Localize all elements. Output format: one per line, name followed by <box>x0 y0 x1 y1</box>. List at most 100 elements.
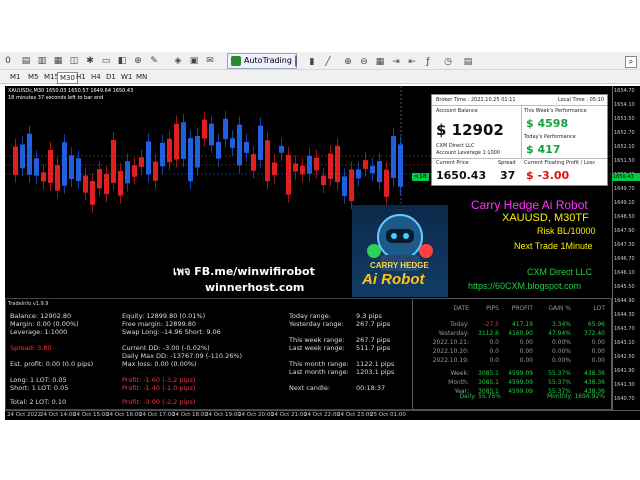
tab-m5[interactable]: M5 <box>26 72 41 82</box>
price-label-left: <18 <box>412 173 429 181</box>
chat-icon[interactable]: ✉ <box>204 55 216 67</box>
account-balance-label: Account Balance <box>436 108 478 114</box>
candle-body <box>321 175 326 186</box>
divider <box>432 158 607 159</box>
zoom-out-icon[interactable]: ⊖ <box>358 56 370 68</box>
candle-body <box>272 162 277 176</box>
broker-name: CXM Direct LLC <box>436 143 475 149</box>
stats-cell: 65.96 <box>587 321 605 328</box>
robot-logo: CARRY HEDGE Ai Robot <box>352 205 448 297</box>
promo-url[interactable]: https://60CXM.blogspot.com <box>468 281 581 291</box>
candle-body <box>216 141 221 159</box>
candle-body <box>335 145 340 183</box>
candles-icon[interactable]: ▮ <box>306 56 318 68</box>
candle-body <box>237 124 242 166</box>
stats-cell: 4599.09 <box>508 370 533 377</box>
price-tick: 1640.70 <box>614 396 635 402</box>
market-icon[interactable]: ▣ <box>188 55 200 67</box>
profit-long: Profit: -1.60 (-3.2 pips) <box>122 376 196 384</box>
candle-body <box>356 169 361 179</box>
candle-body <box>20 144 25 169</box>
divider <box>432 105 607 106</box>
line-chart-icon[interactable]: ╱ <box>322 56 334 68</box>
price-tick: 1646.10 <box>614 270 635 276</box>
bar-countdown: 18 minutes 37 seconds left to bar end <box>8 95 104 101</box>
zoom-in-icon[interactable]: ⊕ <box>342 56 354 68</box>
templates-icon[interactable]: ▤ <box>462 56 474 68</box>
daily-gain: Daily: 55.75% <box>459 393 501 400</box>
stats-cell: 0.00 <box>519 339 533 346</box>
data-window-icon[interactable]: ◫ <box>68 55 80 67</box>
stats-cell: 4599.09 <box>508 388 533 395</box>
time-tick: 25 Oct 01:00 <box>370 412 406 418</box>
search-box[interactable]: ⌕ <box>625 56 637 68</box>
account-leverage: Account Leverage 1:1000 <box>436 150 501 156</box>
tab-h1[interactable]: H1 <box>74 72 88 82</box>
tab-h4[interactable]: H4 <box>89 72 103 82</box>
candle-body <box>13 146 18 175</box>
divider <box>521 105 522 158</box>
profit-short: Profit: -1.40 (-1.0 pips) <box>122 384 196 392</box>
stats-cell: 4599.09 <box>508 379 533 386</box>
tab-d1[interactable]: D1 <box>104 72 118 82</box>
candle-body <box>83 175 88 193</box>
tab-w1[interactable]: W1 <box>119 72 134 82</box>
yesterday-range: 267.7 pips <box>356 320 391 328</box>
current-price: 1650.43 <box>436 169 487 182</box>
candle-body <box>349 169 354 202</box>
price-tick: 1652.10 <box>614 144 635 150</box>
stats-cell: 55.37% <box>548 379 571 386</box>
price-tick: 1647.90 <box>614 228 635 234</box>
free-margin: Free margin: 12899.80 <box>122 320 197 328</box>
candle-body <box>342 176 347 196</box>
time-axis: 24 Oct 2022 24 Oct 14:00 24 Oct 15:00 24 Oc… <box>5 410 640 420</box>
tile-icon[interactable]: ▦ <box>374 56 386 68</box>
stats-cell: 0.00% <box>551 357 571 364</box>
market-watch-icon[interactable]: ▦ <box>52 55 64 67</box>
candle-body <box>125 161 130 184</box>
terminal-icon[interactable]: ▭ <box>100 55 112 67</box>
time-tick: 24 Oct 22:00 <box>304 412 340 418</box>
candle-body <box>27 133 32 175</box>
floating-pl: $ -3.00 <box>526 169 570 182</box>
bar-chart-icon[interactable]: ┃ <box>290 56 302 68</box>
metaeditor-icon[interactable]: ✎ <box>148 55 160 67</box>
periods-icon[interactable]: ◷ <box>442 56 454 68</box>
time-tick: 24 Oct 18:00 <box>172 412 208 418</box>
candle-body <box>258 125 263 160</box>
price-tick: 1654.70 <box>614 88 635 94</box>
tab-mn[interactable]: MN <box>134 72 149 82</box>
tester-icon[interactable]: ◧ <box>116 55 128 67</box>
time-tick: 24 Oct 15:00 <box>73 412 109 418</box>
autotrading-button[interactable]: AutoTrading <box>227 53 297 69</box>
candle-body <box>398 144 403 187</box>
candle-body <box>223 118 228 140</box>
profiles-icon[interactable]: ▥ <box>36 55 48 67</box>
candle-body <box>279 145 284 153</box>
tab-m1[interactable]: M1 <box>8 72 23 82</box>
autoscroll-icon[interactable]: ⇥ <box>390 56 402 68</box>
shift-icon[interactable]: ⇤ <box>406 56 418 68</box>
autotrading-icon <box>231 56 241 66</box>
indicators-icon[interactable]: ƒ <box>422 56 434 68</box>
signals-icon[interactable]: ◈ <box>172 55 184 67</box>
chart-header: XAUUSDc,M30 1650.03 1650.57 1649.64 1650… <box>8 88 134 94</box>
candle-body <box>153 161 158 181</box>
candle-body <box>139 157 144 167</box>
navigator-icon[interactable]: ✱ <box>84 55 96 67</box>
this-week-label: This week range: <box>289 336 345 344</box>
candle-body <box>174 123 179 160</box>
last-month: 1203.1 pips <box>356 368 395 376</box>
candle-body <box>202 119 207 139</box>
price-tick: 1643.70 <box>614 326 635 332</box>
local-time: Local Time : 05:10 <box>557 97 604 103</box>
time-tick: 24 Oct 23:00 <box>337 412 373 418</box>
current-price-label: 1650.43 <box>612 173 640 181</box>
candle-body <box>244 141 249 153</box>
leverage: Leverage: 1:1000 <box>10 328 68 336</box>
new-chart-icon[interactable]: ▤ <box>20 55 32 67</box>
spread-value: Spread: 3.80 <box>10 344 52 352</box>
new-order-icon[interactable]: ⊕ <box>132 55 144 67</box>
candle-body <box>300 165 305 175</box>
stats-header: GAIN % <box>548 305 571 312</box>
